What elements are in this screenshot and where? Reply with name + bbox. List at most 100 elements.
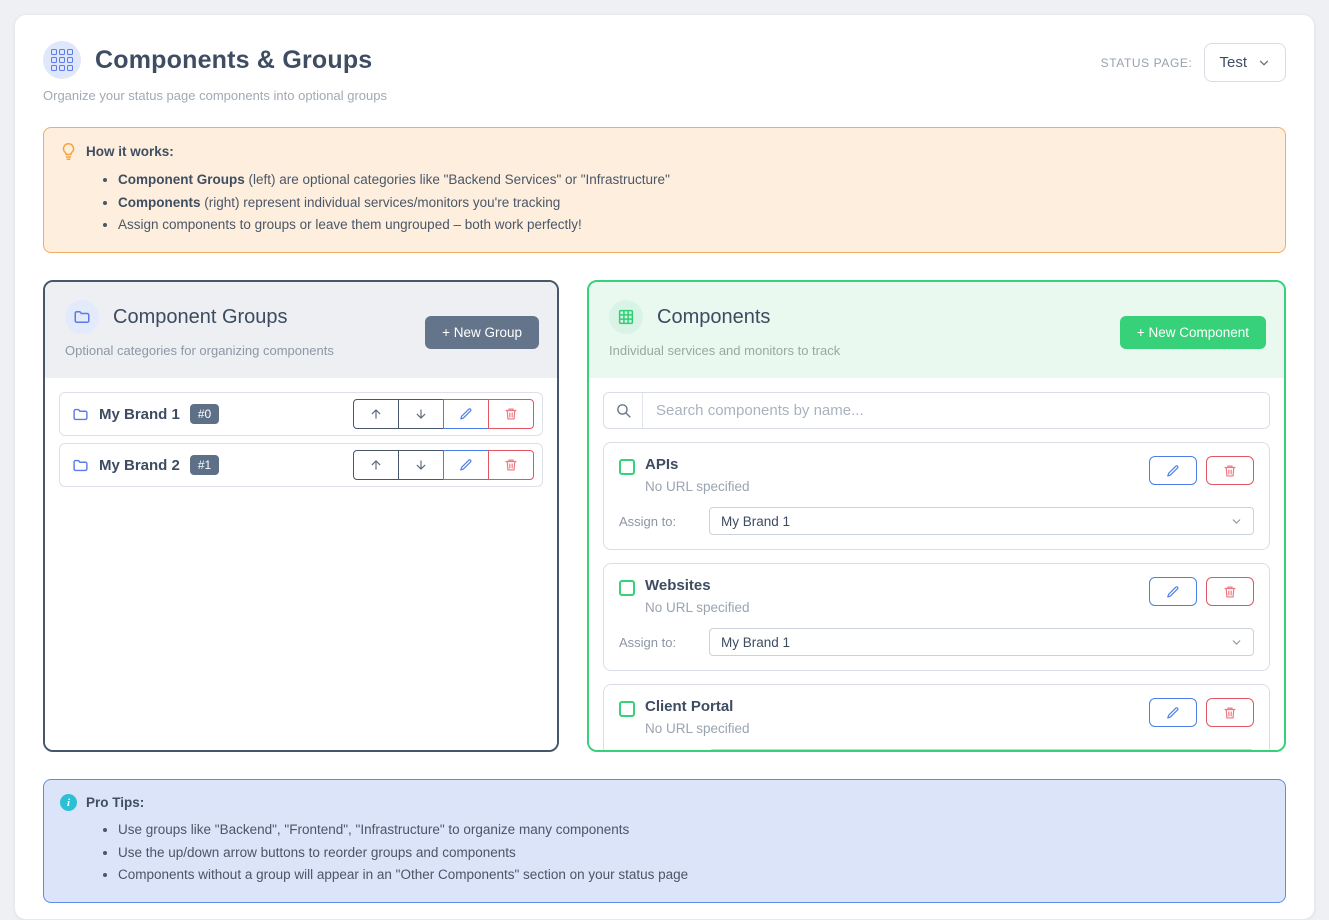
group-order-badge: #1: [190, 455, 219, 475]
chevron-down-icon: [1230, 636, 1243, 649]
move-group-down-button[interactable]: [398, 399, 444, 429]
arrow-up-icon: [369, 458, 383, 472]
components-panel-header: Components Individual services and monit…: [589, 282, 1284, 378]
component-card: Websites No URL specified Assign to: My: [603, 563, 1270, 671]
arrow-down-icon: [414, 407, 428, 421]
panels-row: Component Groups Optional categories for…: [43, 280, 1286, 752]
group-order-badge: #0: [190, 404, 219, 424]
assign-group-select[interactable]: My Brand 1: [709, 507, 1254, 535]
how-it-works-item: Assign components to groups or leave the…: [118, 214, 1269, 237]
search-components-input[interactable]: [643, 393, 1269, 428]
item-text: (left) are optional categories like "Bac…: [245, 172, 670, 187]
groups-panel-header: Component Groups Optional categories for…: [45, 282, 557, 378]
how-it-works-item: Components (right) represent individual …: [118, 192, 1269, 215]
edit-group-button[interactable]: [443, 450, 489, 480]
group-row: My Brand 2 #1: [59, 443, 543, 487]
status-page-selected-value: Test: [1219, 54, 1247, 71]
edit-component-button[interactable]: [1149, 456, 1197, 485]
page-subtitle: Organize your status page components int…: [43, 88, 1286, 103]
pencil-icon: [1166, 706, 1180, 720]
component-name: APIs: [645, 456, 750, 473]
new-group-button[interactable]: + New Group: [425, 316, 539, 349]
groups-list: My Brand 1 #0 My Bra: [45, 378, 557, 750]
search-icon: [604, 393, 643, 428]
group-name: My Brand 2: [99, 457, 180, 474]
how-it-works-title: How it works:: [86, 144, 174, 159]
component-url-note: No URL specified: [645, 721, 750, 736]
delete-group-button[interactable]: [488, 399, 534, 429]
trash-icon: [504, 407, 518, 421]
component-checkbox[interactable]: [619, 701, 635, 717]
page-header: Components & Groups Organize your status…: [29, 29, 1300, 103]
chevron-down-icon: [1257, 56, 1271, 70]
group-row: My Brand 1 #0: [59, 392, 543, 436]
group-actions: [353, 399, 534, 429]
folder-icon: [72, 457, 89, 474]
move-group-down-button[interactable]: [398, 450, 444, 480]
trash-icon: [1223, 585, 1237, 599]
component-search: [603, 392, 1270, 429]
arrow-up-icon: [369, 407, 383, 421]
pencil-icon: [459, 458, 473, 472]
assign-to-label: Assign to:: [619, 514, 709, 529]
how-it-works-box: How it works: Component Groups (left) ar…: [43, 127, 1286, 253]
pencil-icon: [459, 407, 473, 421]
move-group-up-button[interactable]: [353, 399, 399, 429]
pencil-icon: [1166, 585, 1180, 599]
main-card: Components & Groups Organize your status…: [14, 14, 1315, 920]
assign-group-select[interactable]: My Brand 2: [709, 749, 1254, 752]
item-bold-text: Components: [118, 195, 201, 210]
component-checkbox[interactable]: [619, 580, 635, 596]
item-bold-text: Component Groups: [118, 172, 245, 187]
pro-tip-item: Use groups like "Backend", "Frontend", "…: [118, 819, 1269, 842]
item-text: Assign components to groups or leave the…: [118, 217, 582, 232]
component-url-note: No URL specified: [645, 479, 750, 494]
status-page-label: STATUS PAGE:: [1101, 56, 1193, 70]
trash-icon: [504, 458, 518, 472]
components-panel-title: Components: [657, 306, 770, 329]
group-actions: [353, 450, 534, 480]
trash-icon: [1223, 706, 1237, 720]
status-page-select[interactable]: Test: [1204, 43, 1286, 82]
edit-group-button[interactable]: [443, 399, 489, 429]
pro-tips-title: Pro Tips:: [86, 795, 144, 810]
components-list: APIs No URL specified Assign to: My Bra: [589, 378, 1284, 752]
component-name: Client Portal: [645, 698, 750, 715]
pro-tips-box: i Pro Tips: Use groups like "Backend", "…: [43, 779, 1286, 903]
folder-icon: [65, 300, 99, 334]
new-component-button[interactable]: + New Component: [1120, 316, 1266, 349]
assign-group-select[interactable]: My Brand 1: [709, 628, 1254, 656]
selected-group-value: My Brand 1: [721, 514, 790, 529]
components-grid-icon: [43, 41, 81, 79]
component-name: Websites: [645, 577, 750, 594]
pencil-icon: [1166, 464, 1180, 478]
pro-tip-item: Use the up/down arrow buttons to reorder…: [118, 842, 1269, 865]
assign-to-label: Assign to:: [619, 635, 709, 650]
component-url-note: No URL specified: [645, 600, 750, 615]
page-title: Components & Groups: [95, 46, 372, 75]
group-name: My Brand 1: [99, 406, 180, 423]
lightbulb-icon: [60, 142, 77, 161]
item-text: (right) represent individual services/mo…: [201, 195, 561, 210]
edit-component-button[interactable]: [1149, 577, 1197, 606]
move-group-up-button[interactable]: [353, 450, 399, 480]
component-card: APIs No URL specified Assign to: My Bra: [603, 442, 1270, 550]
folder-icon: [72, 406, 89, 423]
delete-group-button[interactable]: [488, 450, 534, 480]
delete-component-button[interactable]: [1206, 456, 1254, 485]
component-groups-panel: Component Groups Optional categories for…: [43, 280, 559, 752]
trash-icon: [1223, 464, 1237, 478]
edit-component-button[interactable]: [1149, 698, 1197, 727]
components-panel: Components Individual services and monit…: [587, 280, 1286, 752]
chevron-down-icon: [1230, 515, 1243, 528]
selected-group-value: My Brand 1: [721, 635, 790, 650]
delete-component-button[interactable]: [1206, 577, 1254, 606]
component-card: Client Portal No URL specified Assign to…: [603, 684, 1270, 752]
info-icon: i: [60, 794, 77, 811]
grid-icon: [609, 300, 643, 334]
how-it-works-item: Component Groups (left) are optional cat…: [118, 169, 1269, 192]
groups-panel-title: Component Groups: [113, 306, 288, 329]
component-checkbox[interactable]: [619, 459, 635, 475]
delete-component-button[interactable]: [1206, 698, 1254, 727]
arrow-down-icon: [414, 458, 428, 472]
